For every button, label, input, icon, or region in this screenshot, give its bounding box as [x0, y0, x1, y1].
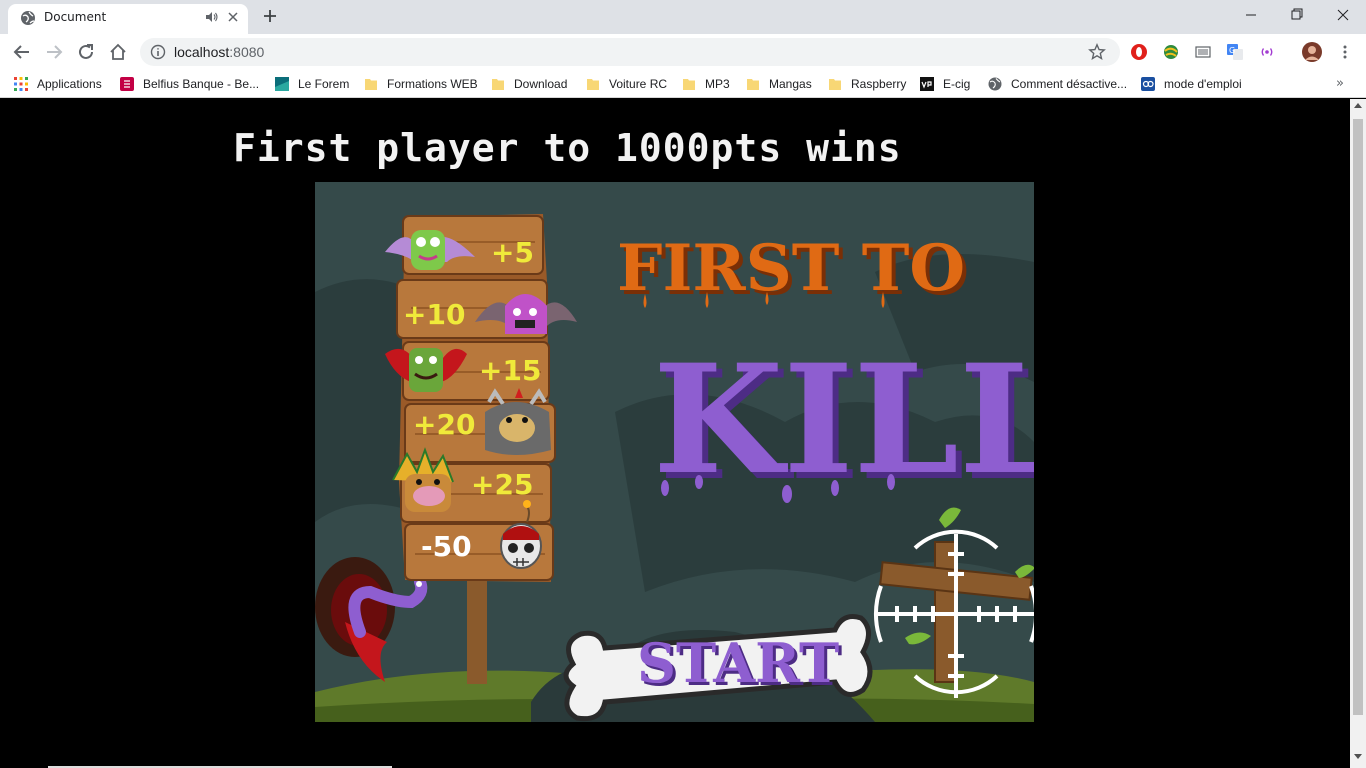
- start-label[interactable]: START: [637, 631, 839, 695]
- title-line1: FIRST TO: [617, 231, 965, 306]
- bookmark-star-icon[interactable]: [1088, 43, 1106, 61]
- barcode-extension-icon[interactable]: [1194, 43, 1212, 61]
- game-canvas[interactable]: +5 +10 +15 +20 +25 -50 FIRST TO FIRST TO…: [315, 182, 1034, 722]
- profile-avatar[interactable]: [1302, 42, 1322, 62]
- bookmark-raspberry[interactable]: Raspberry: [828, 76, 906, 92]
- bookmark-voiture-rc[interactable]: Voiture RC: [586, 76, 667, 92]
- manual-icon: [1141, 77, 1155, 91]
- menu-icon[interactable]: [1336, 43, 1354, 61]
- bookmark-label: mode d'emploi: [1164, 77, 1242, 91]
- bookmark-label: Le Forem: [298, 77, 350, 91]
- bookmark-formations-web[interactable]: Formations WEB: [364, 76, 478, 92]
- scroll-down-arrow-icon[interactable]: [1354, 754, 1362, 759]
- bookmark-comment-desactiver[interactable]: Comment désactive...: [988, 76, 1127, 92]
- bookmark-le-forem[interactable]: Le Forem: [275, 76, 349, 92]
- restore-icon[interactable]: [1274, 0, 1320, 30]
- apps-grid-icon: [14, 77, 28, 91]
- globe-extension-icon[interactable]: [1162, 43, 1180, 61]
- game-scene: +5 +10 +15 +20 +25 -50 FIRST TO FIRST TO…: [315, 214, 1034, 723]
- translate-extension-icon[interactable]: G: [1226, 43, 1244, 61]
- bookmark-label: Download: [514, 77, 568, 91]
- score-label: +25: [471, 468, 533, 501]
- broadcast-extension-icon[interactable]: [1258, 43, 1276, 61]
- bookmark-label: Raspberry: [851, 77, 907, 91]
- score-label: +10: [403, 298, 465, 331]
- bookmark-label: Formations WEB: [387, 77, 478, 91]
- folder-icon: [829, 79, 841, 90]
- reload-icon[interactable]: [76, 42, 96, 62]
- bookmark-mode-d-emploi[interactable]: mode d'emploi: [1141, 76, 1242, 92]
- bookmark-download[interactable]: Download: [491, 76, 567, 92]
- home-icon[interactable]: [108, 42, 128, 62]
- folder-icon: [492, 79, 504, 90]
- title-first-to: FIRST TO FIRST TO: [617, 231, 969, 310]
- start-button[interactable]: START START: [531, 614, 875, 723]
- info-icon[interactable]: [150, 44, 166, 60]
- tab-title: Document: [44, 10, 107, 24]
- bookmark-belfius[interactable]: Belfius Banque - Be...: [120, 76, 259, 92]
- browser-tab[interactable]: Document: [8, 4, 248, 34]
- forem-icon: [275, 77, 289, 91]
- belfius-icon: [120, 77, 134, 91]
- vap-icon: [920, 77, 934, 91]
- folder-icon: [365, 79, 377, 90]
- title-kill: KILL KILL: [653, 332, 1034, 514]
- score-label: -50: [421, 530, 472, 563]
- bookmark-applications[interactable]: Applications: [14, 76, 102, 92]
- bookmark-mp3[interactable]: MP3: [682, 76, 730, 92]
- bookmarks-bar: Applications Belfius Banque - Be... Le F…: [0, 70, 1366, 98]
- minimize-icon[interactable]: [1228, 0, 1274, 30]
- bookmark-label: Belfius Banque - Be...: [143, 77, 260, 91]
- bookmark-label: Mangas: [769, 77, 812, 91]
- bookmark-label: Voiture RC: [609, 77, 668, 91]
- bookmark-label: Applications: [37, 77, 102, 91]
- page-headline: First player to 1000pts wins: [233, 126, 902, 170]
- speaker-icon[interactable]: [205, 10, 219, 24]
- bookmark-label: MP3: [705, 77, 730, 91]
- folder-icon: [683, 79, 695, 90]
- opera-extension-icon[interactable]: [1130, 43, 1148, 61]
- svg-text:G: G: [1229, 46, 1235, 55]
- vertical-scrollbar[interactable]: [1350, 99, 1366, 768]
- new-tab-icon[interactable]: [262, 8, 278, 24]
- score-label: +20: [413, 408, 475, 441]
- globe-icon: [21, 11, 35, 25]
- bookmark-mangas[interactable]: Mangas: [746, 76, 812, 92]
- more-bookmarks-button[interactable]: »: [1336, 76, 1344, 91]
- scroll-thumb[interactable]: [1353, 119, 1363, 715]
- tab-strip: Document: [0, 0, 1366, 34]
- folder-icon: [747, 79, 759, 90]
- bookmark-label: Comment désactive...: [1011, 77, 1128, 91]
- globe-icon: [988, 77, 1002, 91]
- forward-icon[interactable]: [44, 42, 64, 62]
- browser-toolbar: localhost:8080 G: [0, 34, 1366, 70]
- scroll-up-arrow-icon[interactable]: [1354, 103, 1362, 108]
- score-label: +5: [491, 236, 534, 269]
- url-text: localhost:8080: [174, 44, 264, 60]
- close-tab-icon[interactable]: [227, 11, 239, 23]
- bookmark-e-cig[interactable]: E-cig: [920, 76, 970, 92]
- title-line2: KILL: [653, 332, 1034, 508]
- back-icon[interactable]: [12, 42, 32, 62]
- url-port: :8080: [229, 44, 265, 60]
- window-close-icon[interactable]: [1320, 0, 1366, 30]
- score-label: +15: [479, 354, 541, 387]
- bookmark-label: E-cig: [943, 77, 971, 91]
- address-bar[interactable]: localhost:8080: [140, 38, 1120, 66]
- url-host: localhost: [174, 44, 230, 60]
- folder-icon: [587, 79, 599, 90]
